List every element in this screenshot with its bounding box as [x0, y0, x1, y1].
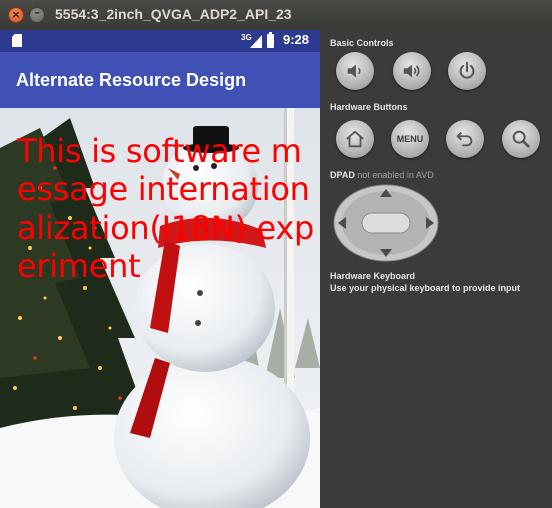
close-icon: ×	[11, 8, 21, 21]
volume-down-button[interactable]	[336, 52, 374, 90]
window-titlebar: × – 5554:3_2inch_QVGA_ADP2_API_23	[0, 0, 552, 31]
minimize-icon: –	[34, 6, 40, 19]
app-title: Alternate Resource Design	[16, 70, 247, 90]
dpad-control[interactable]	[332, 183, 440, 263]
sd-card-icon	[12, 34, 22, 47]
dpad-label: DPAD not enabled in AVD	[330, 170, 434, 180]
status-clock: 9:28	[283, 32, 310, 47]
search-button[interactable]	[502, 120, 540, 158]
network-type: 3G	[241, 33, 252, 42]
app-content: This is software message internationaliz…	[0, 108, 320, 508]
android-status-bar: 3G 9:28	[0, 30, 320, 52]
emulator-control-panel: Basic Controls Hardware Buttons MENU DPA…	[320, 30, 552, 508]
power-icon	[459, 61, 475, 79]
back-button[interactable]	[446, 120, 484, 158]
menu-button[interactable]: MENU	[391, 120, 429, 158]
home-button[interactable]	[336, 120, 374, 158]
dpad-title: DPAD	[330, 170, 355, 180]
home-icon	[346, 130, 364, 148]
hardware-buttons-label: Hardware Buttons	[330, 102, 408, 112]
signal-icon	[250, 35, 262, 48]
device-screen[interactable]: 3G 9:28 Alternate Resource Design This i…	[0, 30, 320, 508]
window-minimize-button[interactable]: –	[29, 6, 45, 23]
app-toolbar: Alternate Resource Design	[0, 52, 320, 108]
battery-icon	[267, 32, 274, 48]
search-icon	[512, 130, 530, 148]
i18n-message-text: This is software message internationaliz…	[17, 132, 315, 286]
menu-button-label: MENU	[396, 134, 424, 144]
volume-up-button[interactable]	[393, 52, 431, 90]
dpad-note: not enabled in AVD	[357, 170, 434, 180]
volume-up-icon	[403, 64, 420, 78]
window-close-button[interactable]: ×	[8, 7, 24, 23]
basic-controls-label: Basic Controls	[330, 38, 394, 48]
hardware-keyboard-label: Hardware Keyboard	[330, 271, 416, 281]
window-title: 5554:3_2inch_QVGA_ADP2_API_23	[55, 6, 292, 22]
hardware-keyboard-note: Use your physical keyboard to provide in…	[330, 283, 521, 293]
back-icon	[456, 131, 473, 147]
volume-down-icon	[347, 64, 361, 78]
power-button[interactable]	[448, 52, 486, 90]
